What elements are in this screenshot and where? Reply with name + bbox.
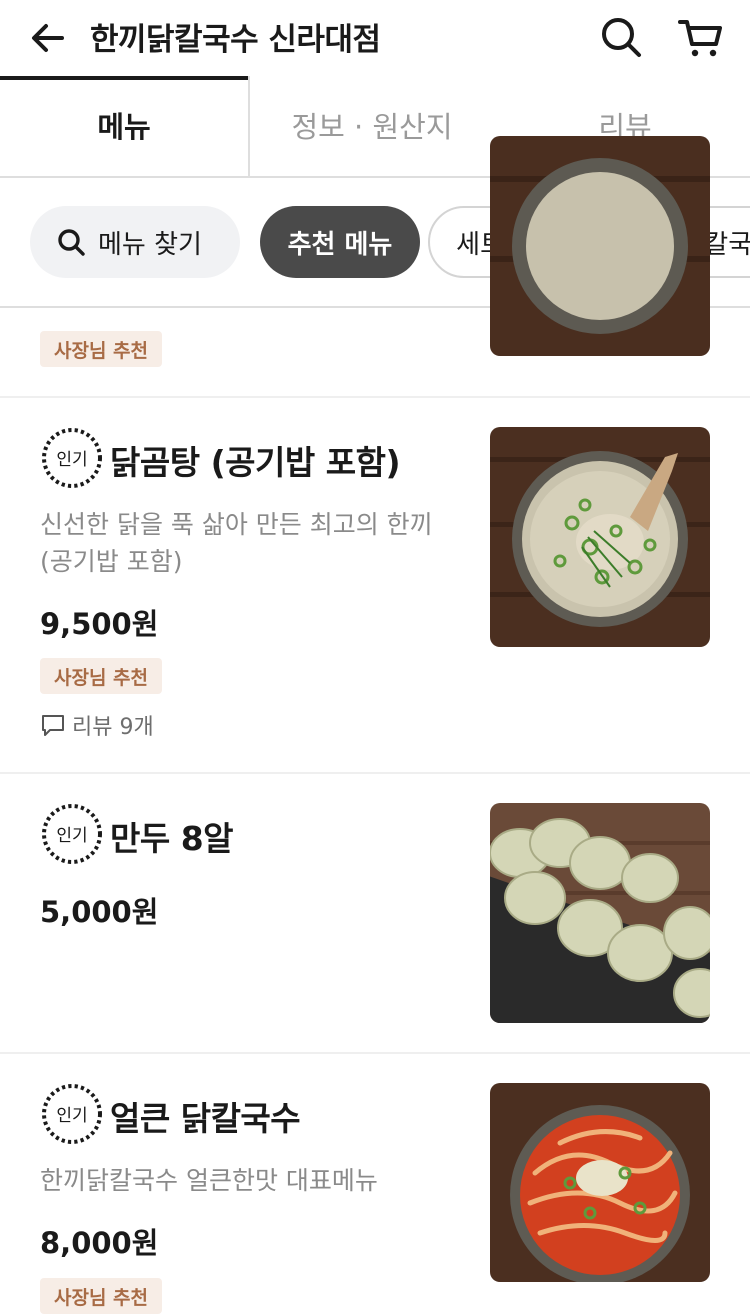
popular-badge-icon: 인기	[42, 1084, 102, 1144]
dumpling-photo	[490, 803, 710, 1023]
menu-item-price: 5,000원	[40, 895, 159, 929]
review-count-label: 리뷰 9개	[72, 715, 154, 740]
owner-pick-tag: 사장님 추천	[40, 658, 163, 694]
comment-icon	[42, 715, 64, 736]
menu-item-photo	[490, 136, 710, 356]
menu-item-photo	[490, 427, 710, 647]
store-title: 한끼닭칼국수 신라대점	[90, 22, 381, 58]
popular-badge-icon: 인기	[42, 428, 102, 488]
menu-item-name: 얼큰 닭칼국수	[110, 1099, 301, 1138]
menu-search-chip[interactable]: 메뉴 찾기	[30, 206, 240, 278]
menu-item-description: 신선한 닭을 푹 삶아 만든 최고의 한끼 (공기밥 포함)	[40, 506, 460, 580]
owner-pick-tag: 사장님 추천	[40, 1278, 163, 1314]
description-line: (공기밥 포함)	[40, 547, 183, 576]
owner-pick-tag: 사장님 추천	[40, 331, 163, 367]
popular-badge-label: 인기	[56, 826, 87, 846]
cart-icon[interactable]	[676, 14, 724, 60]
tab-info-origin[interactable]: 정보 · 원산지	[250, 76, 494, 174]
chip-recommended[interactable]: 추천 메뉴	[260, 206, 420, 278]
tab-menu[interactable]: 메뉴	[0, 76, 248, 174]
menu-item-photo	[490, 1083, 710, 1282]
review-count: 리뷰 9개	[40, 709, 154, 741]
menu-item[interactable]: 인기 만두 8알 5,000원	[0, 772, 750, 1054]
menu-item-price: 8,000원	[40, 1226, 159, 1260]
menu-item-name: 닭곰탕 (공기밥 포함)	[110, 443, 401, 482]
description-line: 한끼닭칼국수 얼큰한맛 대표메뉴	[40, 1166, 378, 1195]
menu-item-partial[interactable]: 사장님 추천	[0, 136, 750, 398]
menu-item-price: 9,500원	[40, 607, 159, 641]
menu-item-name: 만두 8알	[110, 819, 234, 858]
top-bar: 한끼닭칼국수 신라대점	[0, 0, 750, 76]
popular-badge-label: 인기	[56, 1106, 87, 1126]
arrow-left-icon[interactable]	[28, 18, 68, 58]
popular-badge-icon: 인기	[42, 804, 102, 864]
search-icon	[58, 229, 85, 256]
soup-photo	[490, 136, 710, 356]
menu-item[interactable]: 인기 닭곰탕 (공기밥 포함) 신선한 닭을 푹 삶아 만든 최고의 한끼 (공…	[0, 396, 750, 774]
chicken-soup-photo	[490, 427, 710, 647]
search-icon[interactable]	[598, 14, 644, 60]
popular-badge-label: 인기	[56, 450, 87, 470]
spicy-noodle-photo	[490, 1083, 710, 1282]
menu-item-description: 한끼닭칼국수 얼큰한맛 대표메뉴	[40, 1162, 460, 1199]
menu-item[interactable]: 인기 얼큰 닭칼국수 한끼닭칼국수 얼큰한맛 대표메뉴 8,000원 사장님 추…	[0, 1052, 750, 1314]
menu-item-photo	[490, 803, 710, 1023]
menu-search-label: 메뉴 찾기	[98, 229, 202, 260]
description-line: 신선한 닭을 푹 삶아 만든 최고의 한끼	[40, 510, 433, 539]
